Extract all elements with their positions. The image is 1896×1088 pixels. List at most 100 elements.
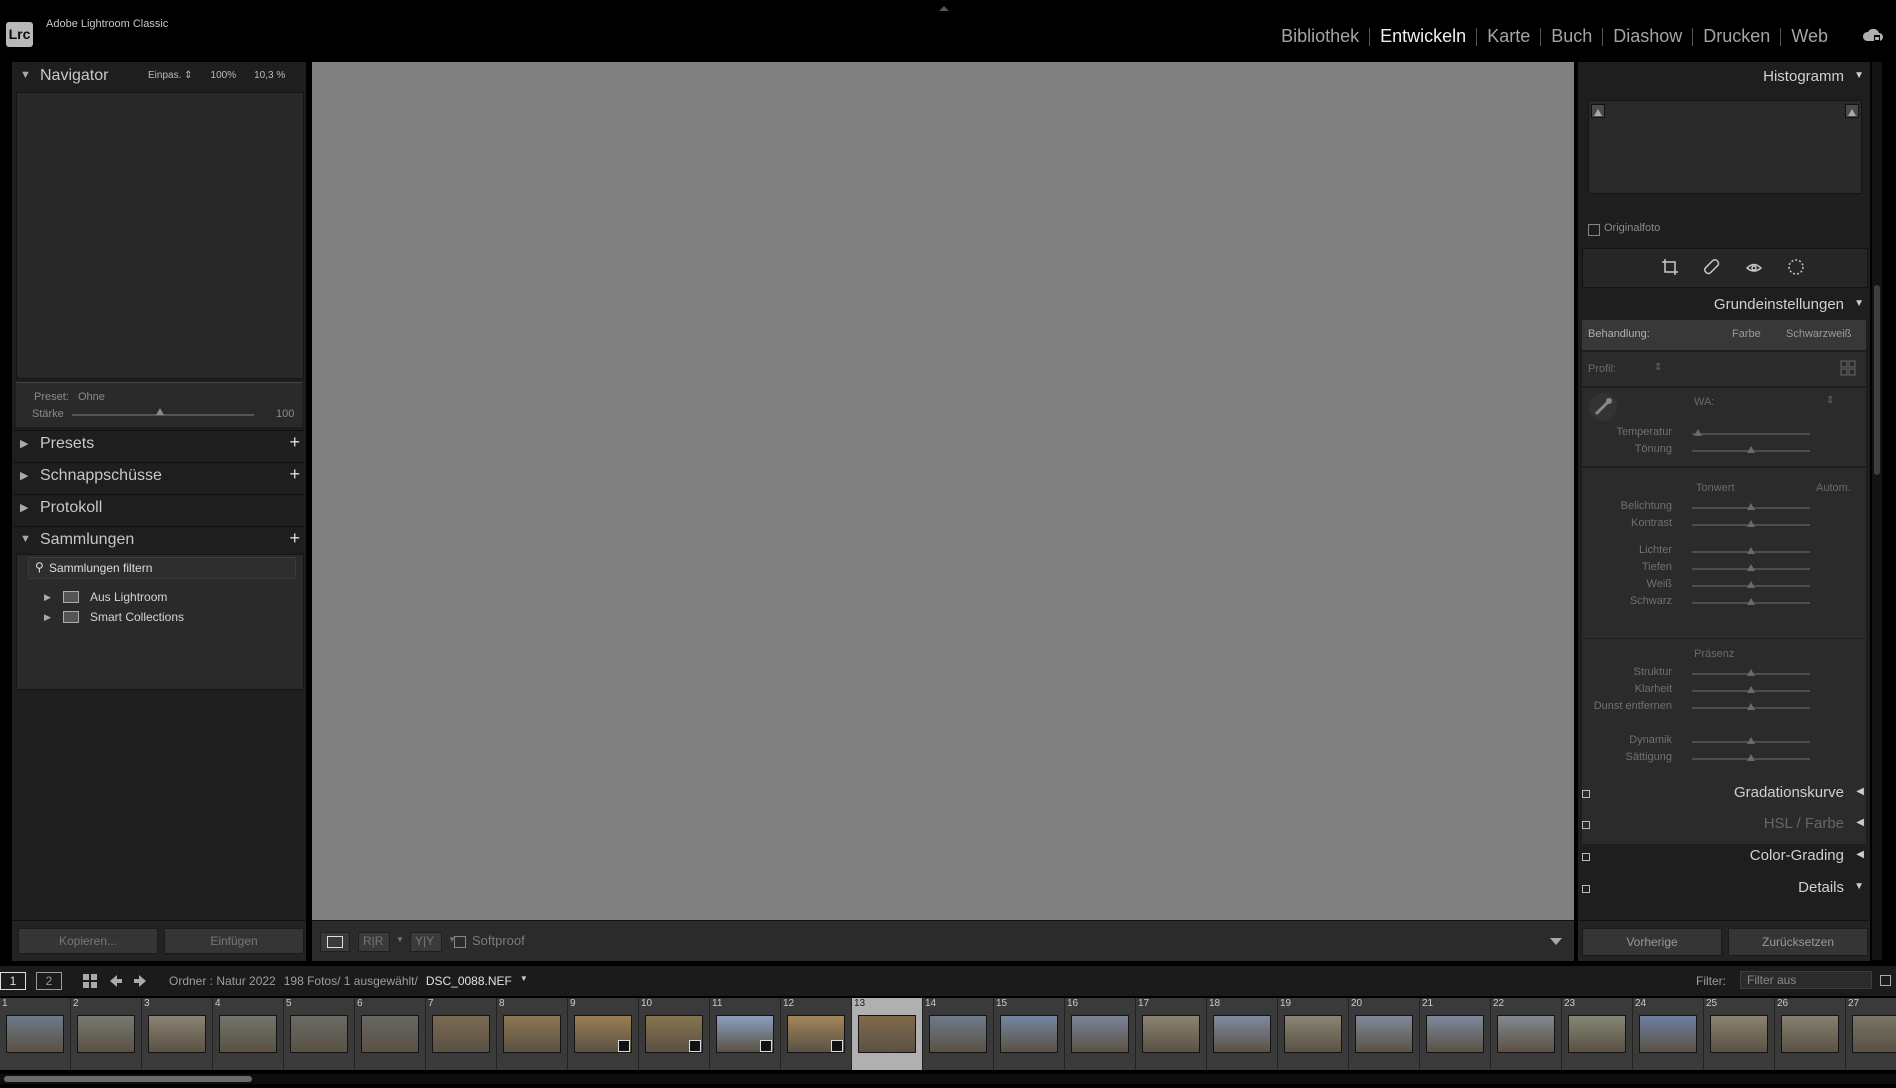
- filmstrip-thumbnail[interactable]: 26: [1775, 998, 1846, 1070]
- filmstrip-thumbnail[interactable]: 13: [852, 998, 923, 1070]
- panel-enable-switch[interactable]: [1582, 853, 1590, 861]
- module-book[interactable]: Buch: [1541, 26, 1602, 47]
- navigator-preview[interactable]: [16, 92, 304, 379]
- filmstrip-thumbnail[interactable]: 12: [781, 998, 852, 1070]
- filter-lock-switch[interactable]: [1880, 975, 1891, 986]
- module-slideshow[interactable]: Diashow: [1603, 26, 1692, 47]
- filmstrip-thumbnail[interactable]: 25: [1704, 998, 1775, 1070]
- color-grading-header[interactable]: Color-Grading ◀: [1578, 841, 1870, 869]
- before-after-view-button[interactable]: R|R: [358, 932, 390, 952]
- slider-thumb[interactable]: [1747, 581, 1755, 588]
- filmstrip-thumbnail[interactable]: 8: [497, 998, 568, 1070]
- file-dropdown-icon[interactable]: ▼: [520, 974, 528, 988]
- filmstrip-thumbnail[interactable]: 18: [1207, 998, 1278, 1070]
- history-header[interactable]: ▶ Protokoll: [12, 494, 306, 522]
- slider-thumb[interactable]: [1747, 598, 1755, 605]
- collections-header[interactable]: ▼ Sammlungen +: [12, 526, 306, 554]
- collection-aus-lightroom[interactable]: Aus Lightroom: [90, 590, 167, 604]
- selected-file-name[interactable]: DSC_0088.NEF: [426, 974, 512, 988]
- hsl-header[interactable]: HSL / Farbe ◀: [1578, 809, 1870, 837]
- strength-slider-thumb[interactable]: [156, 408, 164, 415]
- module-library[interactable]: Bibliothek: [1271, 26, 1369, 47]
- crop-icon[interactable]: [1661, 258, 1679, 276]
- panel-enable-switch[interactable]: [1582, 790, 1590, 798]
- shadow-clipping-icon[interactable]: [1591, 104, 1605, 118]
- slider-thumb[interactable]: [1747, 754, 1755, 761]
- details-header[interactable]: Details ▼: [1578, 873, 1870, 901]
- add-preset-icon[interactable]: +: [289, 432, 300, 453]
- histogram-header[interactable]: Histogramm ▼: [1578, 62, 1870, 90]
- cloud-sync-icon[interactable]: [1862, 27, 1884, 43]
- filmstrip-thumbnail[interactable]: 14: [923, 998, 994, 1070]
- red-eye-icon[interactable]: [1745, 258, 1763, 276]
- swap-before-after-button[interactable]: Y|Y: [410, 932, 442, 952]
- expand-triangle-icon[interactable]: ▶: [44, 612, 51, 623]
- presets-header[interactable]: ▶ Presets +: [12, 430, 306, 458]
- module-develop[interactable]: Entwickeln: [1370, 26, 1476, 47]
- snapshots-header[interactable]: ▶ Schnappschüsse +: [12, 462, 306, 490]
- masking-icon[interactable]: [1787, 258, 1805, 276]
- filmstrip-thumbnail[interactable]: 2: [71, 998, 142, 1070]
- treatment-bw-option[interactable]: Schwarzweiß: [1786, 328, 1851, 340]
- white-balance-dropdown-icon[interactable]: ⇕: [1826, 395, 1834, 406]
- toolbar-options-icon[interactable]: [1550, 938, 1562, 945]
- slider-thumb[interactable]: [1747, 520, 1755, 527]
- previous-settings-button[interactable]: Vorherige: [1582, 928, 1722, 956]
- right-panel-scroll-thumb[interactable]: [1874, 285, 1880, 475]
- forward-arrow-icon[interactable]: [132, 973, 148, 989]
- filmstrip-thumbnail[interactable]: 20: [1349, 998, 1420, 1070]
- expand-triangle-icon[interactable]: ▶: [44, 592, 51, 603]
- copy-settings-button[interactable]: Kopieren...: [18, 928, 158, 954]
- profile-dropdown-icon[interactable]: ⇕: [1654, 362, 1662, 373]
- slider-thumb[interactable]: [1747, 686, 1755, 693]
- module-map[interactable]: Karte: [1477, 26, 1540, 47]
- right-panel-scrollbar[interactable]: [1872, 62, 1882, 960]
- zoom-fit[interactable]: Einpas. ⇕: [148, 70, 193, 81]
- filmstrip-thumbnail[interactable]: 17: [1136, 998, 1207, 1070]
- filmstrip-scrollbar[interactable]: [0, 1074, 1896, 1084]
- filmstrip-thumbnail[interactable]: 11: [710, 998, 781, 1070]
- filter-dropdown[interactable]: Filter aus: [1740, 971, 1872, 989]
- module-web[interactable]: Web: [1781, 26, 1838, 47]
- filmstrip-thumbnail[interactable]: 19: [1278, 998, 1349, 1070]
- filmstrip-thumbnail[interactable]: 16: [1065, 998, 1136, 1070]
- slider-track[interactable]: [1692, 433, 1810, 435]
- zoom-custom[interactable]: 10,3 %: [254, 70, 285, 81]
- collections-filter-input[interactable]: ⚲ Sammlungen filtern: [28, 557, 296, 579]
- filmstrip-thumbnail[interactable]: 10: [639, 998, 710, 1070]
- filmstrip-thumbnail[interactable]: 6: [355, 998, 426, 1070]
- panel-toggle-arrow-icon[interactable]: [936, 0, 952, 11]
- filmstrip-scroll-thumb[interactable]: [4, 1076, 252, 1082]
- filmstrip-thumbnail[interactable]: 21: [1420, 998, 1491, 1070]
- filmstrip-thumbnail[interactable]: 9: [568, 998, 639, 1070]
- filmstrip-thumbnail[interactable]: 22: [1491, 998, 1562, 1070]
- filmstrip-thumbnail[interactable]: 5: [284, 998, 355, 1070]
- histogram[interactable]: [1588, 100, 1862, 194]
- collection-smart-collections[interactable]: Smart Collections: [90, 610, 184, 624]
- zoom-100[interactable]: 100%: [211, 70, 237, 81]
- slider-thumb[interactable]: [1747, 669, 1755, 676]
- source-folder[interactable]: Ordner : Natur 2022: [169, 974, 276, 988]
- treatment-color-option[interactable]: Farbe: [1732, 328, 1761, 340]
- filmstrip-thumbnail[interactable]: 7: [426, 998, 497, 1070]
- secondary-window-button[interactable]: 2: [36, 972, 62, 990]
- slider-thumb[interactable]: [1747, 446, 1755, 453]
- slider-thumb[interactable]: [1747, 547, 1755, 554]
- add-snapshot-icon[interactable]: +: [289, 464, 300, 485]
- tone-curve-header[interactable]: Gradationskurve ◀: [1578, 778, 1870, 806]
- white-balance-picker-icon[interactable]: [1588, 392, 1618, 422]
- module-print[interactable]: Drucken: [1693, 26, 1780, 47]
- slider-thumb[interactable]: [1693, 429, 1702, 436]
- slider-thumb[interactable]: [1747, 703, 1755, 710]
- highlight-clipping-icon[interactable]: [1845, 104, 1859, 118]
- healing-brush-icon[interactable]: [1703, 258, 1721, 276]
- filmstrip-thumbnail[interactable]: 27: [1846, 998, 1896, 1070]
- filmstrip-thumbnail[interactable]: 24: [1633, 998, 1704, 1070]
- original-photo-checkbox[interactable]: [1588, 224, 1600, 236]
- softproof-checkbox[interactable]: [454, 936, 466, 948]
- panel-enable-switch[interactable]: [1582, 885, 1590, 893]
- filmstrip-thumbnail[interactable]: 23: [1562, 998, 1633, 1070]
- filmstrip-thumbnail[interactable]: 1: [0, 998, 71, 1070]
- paste-settings-button[interactable]: Einfügen: [164, 928, 304, 954]
- slider-thumb[interactable]: [1747, 737, 1755, 744]
